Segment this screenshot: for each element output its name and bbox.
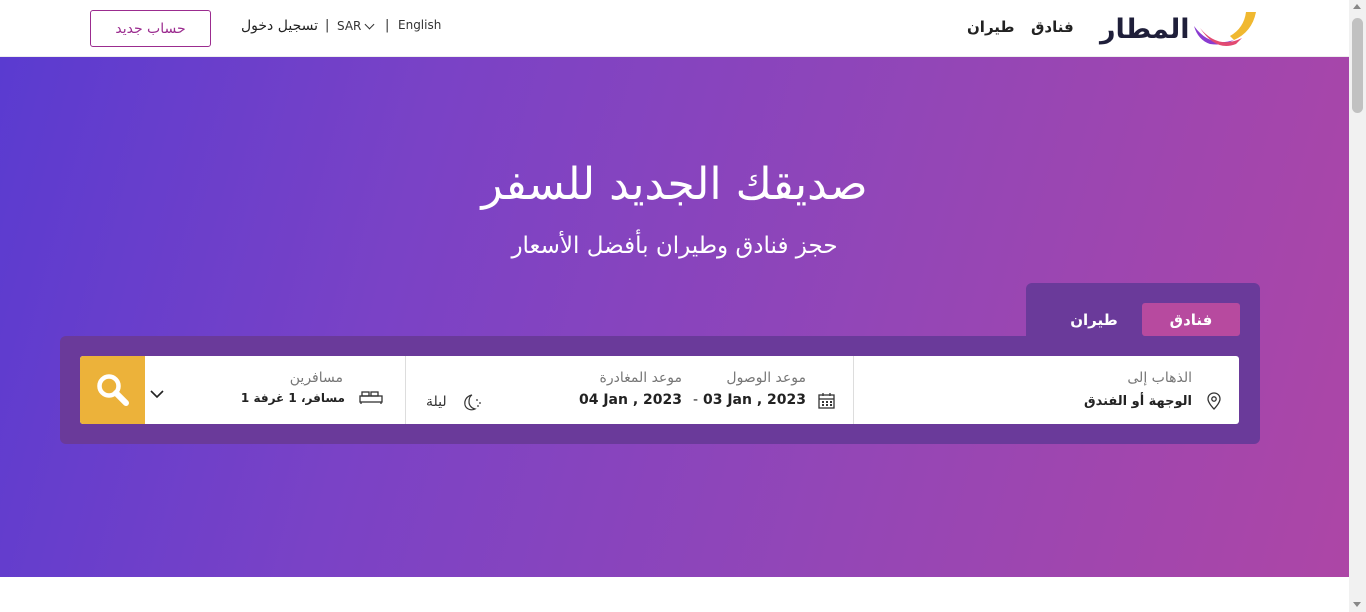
page-scrollbar[interactable]: [1349, 0, 1366, 612]
date-separator: -: [693, 392, 699, 408]
currency-select[interactable]: SAR: [337, 19, 375, 33]
divider: |: [385, 18, 390, 33]
top-header: المطار فنادق طيران English | SAR | تسجيل…: [0, 0, 1349, 57]
search-icon: [97, 374, 129, 406]
language-switch[interactable]: English: [398, 18, 441, 32]
tab-hotels[interactable]: فنادق: [1142, 303, 1240, 336]
tab-flights[interactable]: طيران: [1054, 303, 1134, 336]
departure-date: 04 Jan , 2023: [578, 392, 682, 408]
location-pin-icon: [1207, 392, 1221, 410]
destination-label: الذهاب إلى: [1127, 370, 1192, 386]
search-bar: الذهاب إلى الوجهة أو الفندق موعد الوصول …: [80, 356, 1239, 424]
departure-label: موعد المغادرة: [599, 370, 682, 386]
hero-title: صديقك الجديد للسفر: [481, 159, 868, 210]
destination-value: الوجهة أو الفندق: [1083, 394, 1192, 409]
scroll-thumb[interactable]: [1352, 18, 1363, 113]
hero-section: صديقك الجديد للسفر حجز فنادق وطيران بأفض…: [0, 57, 1349, 577]
arrival-label: موعد الوصول: [726, 370, 806, 386]
nav-flights-link[interactable]: طيران: [967, 18, 1015, 36]
signup-button[interactable]: حساب جديد: [90, 10, 211, 47]
login-link[interactable]: تسجيل دخول: [241, 18, 318, 34]
guests-value: 1 مسافر، 1 غرفة: [240, 391, 345, 405]
moon-icon: [464, 394, 481, 411]
destination-field[interactable]: الذهاب إلى الوجهة أو الفندق: [853, 356, 1239, 424]
guests-label: مسافرين: [289, 370, 343, 386]
arrival-date: 03 Jan , 2023: [702, 392, 806, 408]
chevron-down-icon[interactable]: [150, 390, 164, 399]
hero-subtitle: حجز فنادق وطيران بأفضل الأسعار: [511, 233, 838, 259]
divider: |: [325, 18, 330, 33]
logo-text: المطار: [1100, 14, 1190, 45]
chevron-down-icon: [364, 19, 375, 30]
logo-mark-icon: [1194, 12, 1256, 46]
nights-label: ليلة: [426, 394, 447, 410]
search-tabs: فنادق طيران: [1026, 283, 1260, 343]
guests-field[interactable]: مسافرين 1 مسافر، 1 غرفة: [145, 356, 405, 424]
nav-hotels-link[interactable]: فنادق: [1031, 18, 1074, 36]
scroll-up-arrow-icon[interactable]: [1353, 4, 1361, 9]
dates-field[interactable]: موعد الوصول 03 Jan , 2023 - موعد المغادر…: [405, 356, 853, 424]
bed-icon: [359, 391, 383, 404]
currency-label: SAR: [337, 19, 362, 33]
calendar-icon: [818, 393, 835, 409]
scroll-down-arrow-icon[interactable]: [1353, 602, 1361, 607]
page: المطار فنادق طيران English | SAR | تسجيل…: [0, 0, 1366, 612]
search-panel: الذهاب إلى الوجهة أو الفندق موعد الوصول …: [60, 336, 1260, 444]
search-button[interactable]: [80, 356, 145, 424]
site-logo[interactable]: المطار: [1100, 10, 1262, 48]
